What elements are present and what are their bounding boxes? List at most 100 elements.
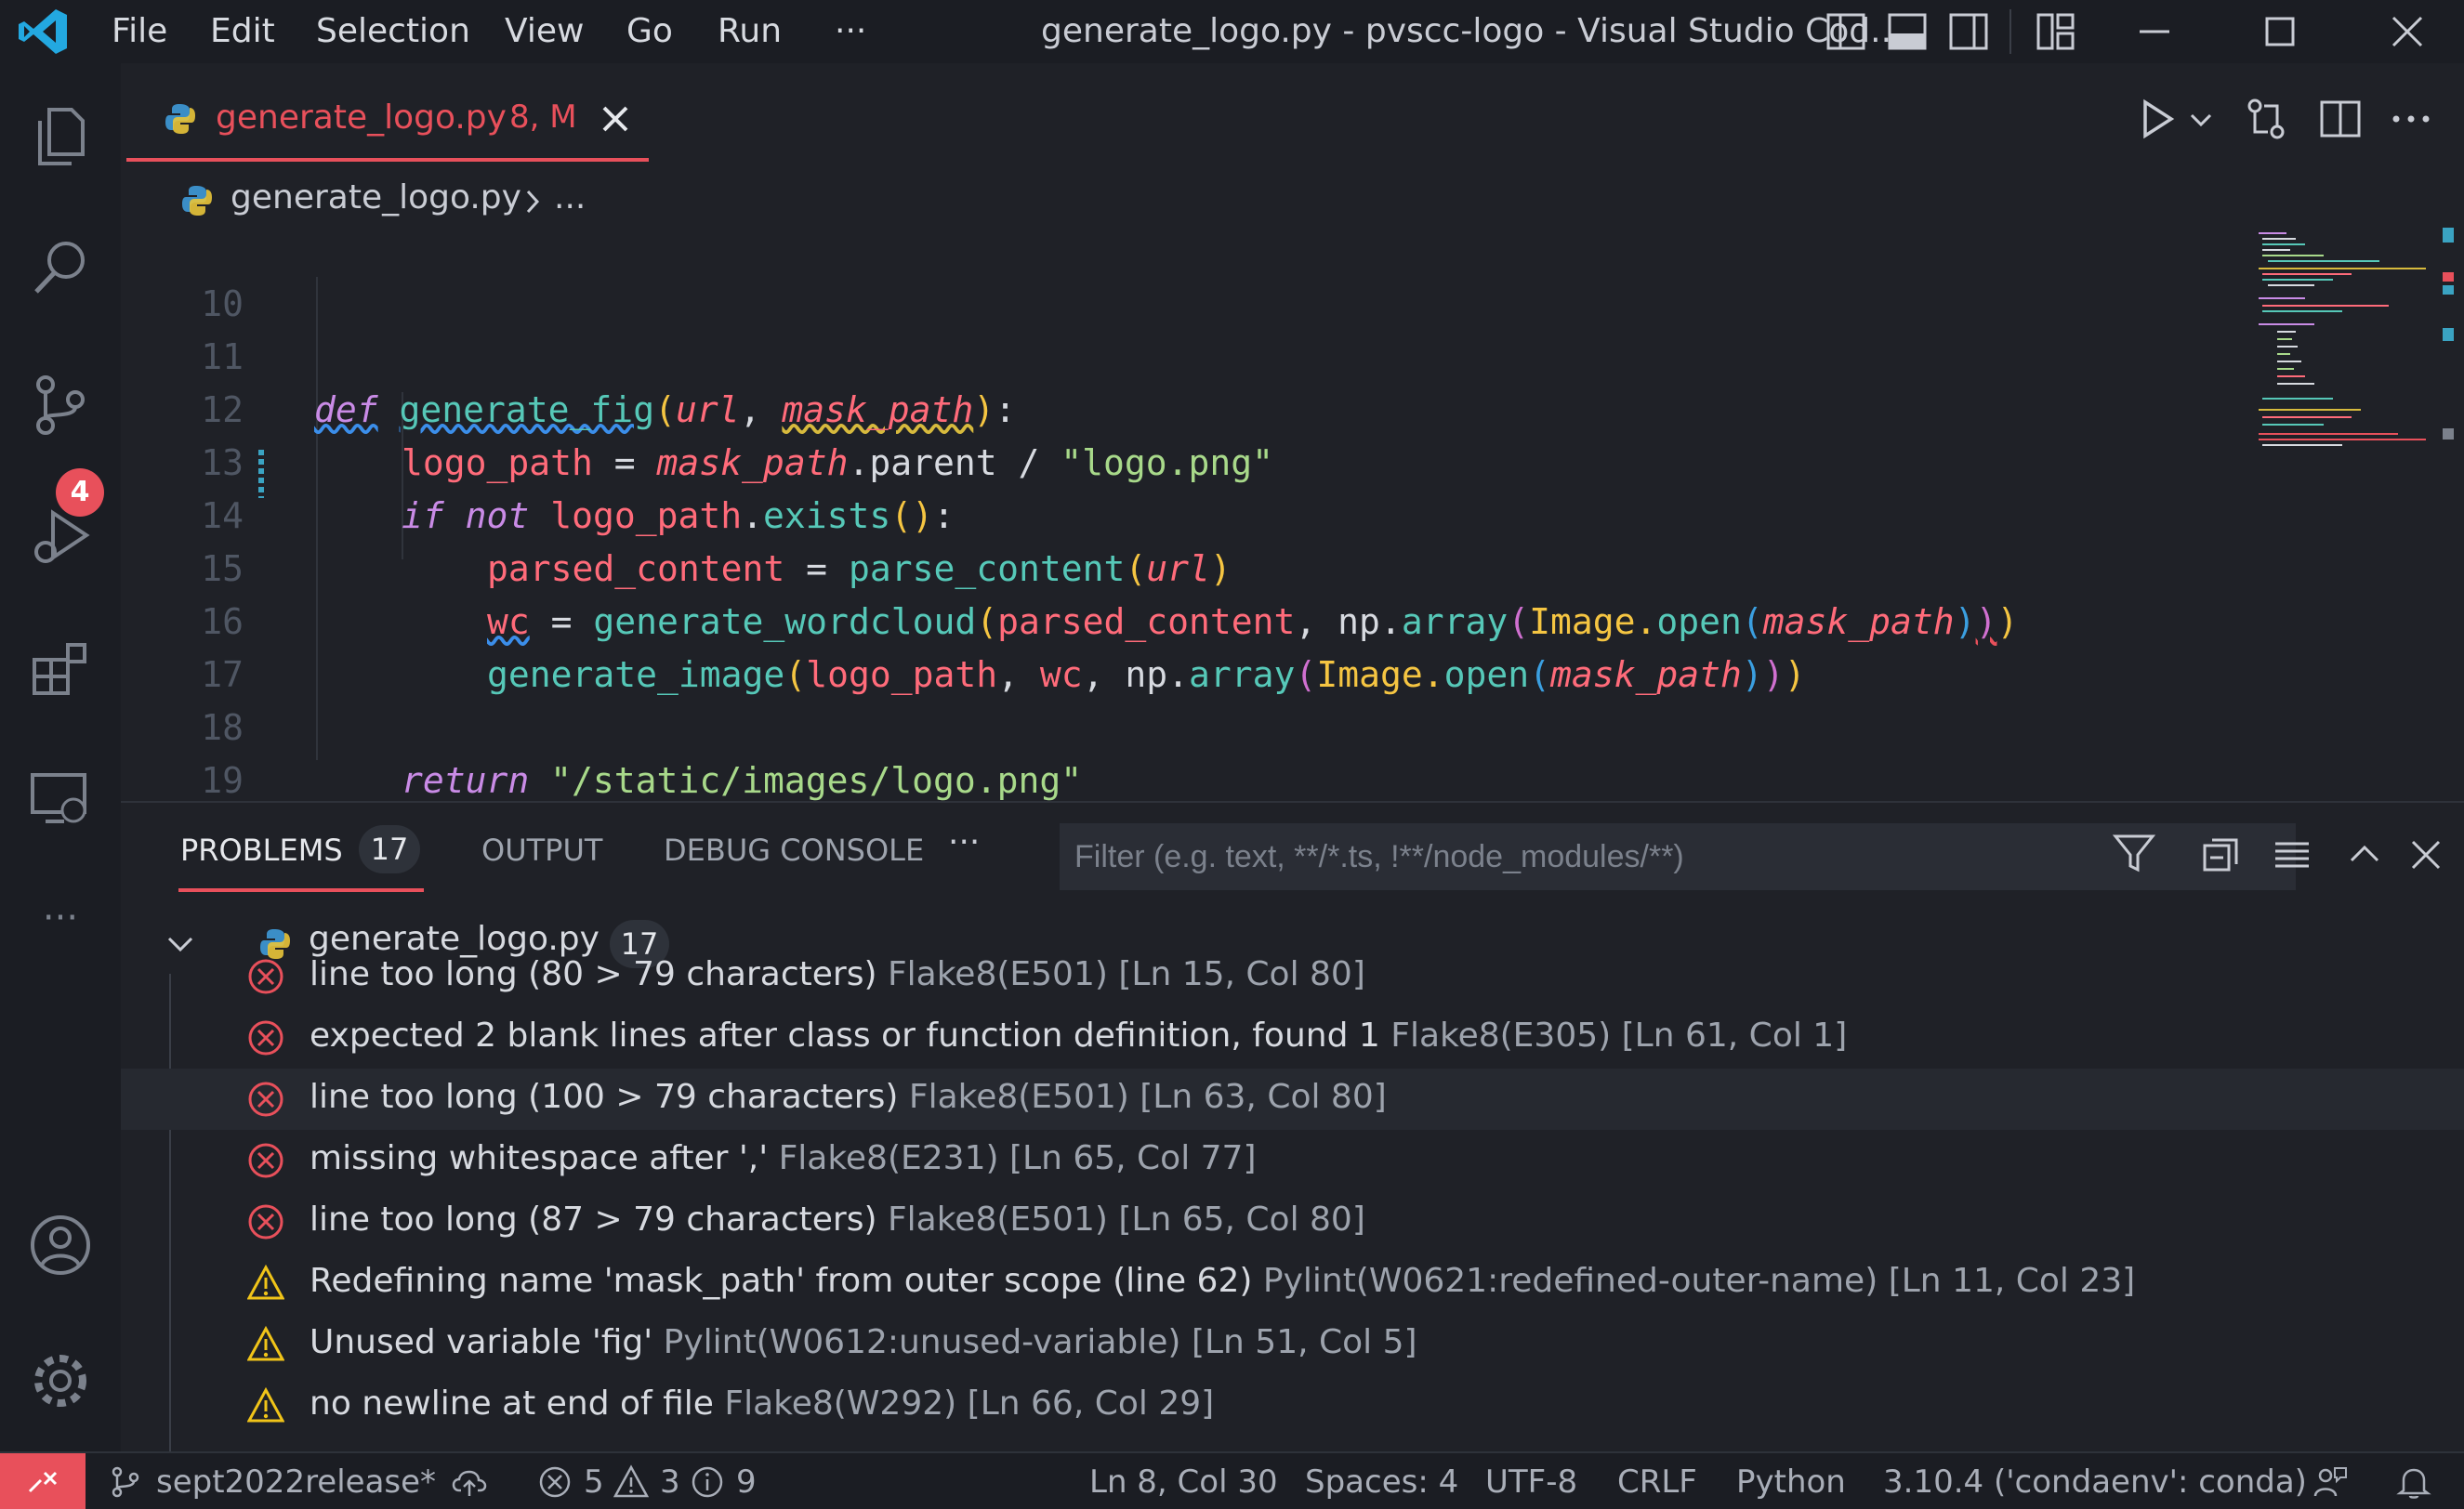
problem-row[interactable]: line too long (87 > 79 characters) Flake… — [121, 1191, 2464, 1253]
breadcrumb: generate_logo.py ... — [121, 169, 2249, 234]
warning-count[interactable]: 3 — [660, 1463, 680, 1502]
problem-row[interactable]: expected 2 blank lines after class or fu… — [121, 1007, 2464, 1069]
customize-layout-icon[interactable] — [2034, 9, 2078, 54]
end-of-line[interactable]: CRLF — [1617, 1463, 1697, 1502]
toggle-primary-sidebar-icon[interactable] — [1824, 9, 1868, 54]
file-encoding[interactable]: UTF-8 — [1485, 1463, 1577, 1502]
problem-row[interactable]: line too long (100 > 79 characters) Flak… — [121, 1069, 2464, 1130]
warning-icon — [246, 1386, 285, 1424]
problem-source: Flake8(W292) — [724, 1384, 957, 1423]
git-branch[interactable]: sept2022release* — [156, 1463, 436, 1502]
error-icon — [539, 1466, 571, 1498]
error-icon — [247, 1203, 284, 1240]
problem-row[interactable]: missing whitespace after ',' Flake8(E231… — [121, 1130, 2464, 1191]
code-editor[interactable]: 10 11 def generate_fig(url, mask_path): … — [121, 234, 2249, 801]
minimap[interactable] — [2249, 228, 2431, 479]
title-bar: File Edit Selection View Go Run ··· gene… — [0, 0, 2464, 63]
view-as-list-icon[interactable] — [2270, 833, 2314, 877]
python-file-icon — [165, 104, 195, 134]
menu-view[interactable]: View — [505, 11, 584, 52]
breadcrumb-file[interactable]: generate_logo.py — [231, 178, 521, 217]
settings-gear-icon[interactable] — [23, 1344, 98, 1418]
code-line: 17 — [121, 596, 2249, 695]
chevron-right-icon — [526, 190, 540, 214]
menu-run[interactable]: Run — [718, 11, 782, 52]
problem-row[interactable]: Unused variable 'fig' Pylint(W0612:unuse… — [121, 1314, 2464, 1375]
menu-more[interactable]: ··· — [835, 11, 866, 52]
menu-file[interactable]: File — [112, 11, 167, 52]
info-count[interactable]: 9 — [736, 1463, 757, 1502]
problem-location: [Ln 61, Col 1] — [1621, 1017, 1848, 1055]
problem-location: [Ln 11, Col 23] — [1888, 1262, 2136, 1300]
menu-go[interactable]: Go — [626, 11, 673, 52]
problem-row[interactable]: line too long (80 > 79 characters) Flake… — [121, 946, 2464, 1007]
problem-location: [Ln 15, Col 80] — [1118, 955, 1365, 993]
breadcrumb-symbols[interactable]: ... — [554, 178, 586, 217]
problem-location: [Ln 65, Col 77] — [1008, 1139, 1257, 1177]
feedback-icon[interactable] — [2312, 1464, 2348, 1500]
remote-explorer-icon[interactable] — [23, 762, 98, 836]
explorer-icon[interactable] — [23, 98, 98, 173]
split-editor-icon[interactable] — [2316, 95, 2365, 143]
problem-row[interactable]: no newline at end of file Flake8(W292) [… — [121, 1375, 2464, 1437]
tab-debug-console[interactable]: DEBUG CONSOLE — [664, 833, 924, 868]
editor-scrollbar[interactable] — [2435, 228, 2464, 479]
accounts-icon[interactable] — [23, 1208, 98, 1282]
close-window-button[interactable] — [2352, 0, 2463, 63]
extensions-icon[interactable] — [23, 632, 98, 706]
title-divider — [2009, 9, 2011, 54]
code-line: 16 generate_image(logo_path, wc, np.arra… — [121, 543, 2249, 695]
cursor-position[interactable]: Ln 8, Col 30 — [1089, 1463, 1278, 1502]
code-line: 15 wc = generate_wordcloud(parsed_conten… — [121, 490, 2249, 642]
toggle-panel-icon[interactable] — [1885, 9, 1930, 54]
problem-message: expected 2 blank lines after class or fu… — [310, 1017, 1380, 1055]
problem-message: line too long (100 > 79 characters) — [310, 1078, 899, 1116]
collapse-all-icon[interactable] — [2199, 833, 2244, 877]
close-panel-icon[interactable] — [2404, 833, 2448, 877]
minimize-button[interactable] — [2099, 0, 2210, 63]
problems-count-badge: 17 — [359, 825, 420, 873]
problem-text: expected 2 blank lines after class or fu… — [310, 1017, 1847, 1055]
problems-filter-input[interactable] — [1060, 823, 2296, 890]
sync-cloud-icon[interactable] — [452, 1464, 487, 1500]
problem-source: Flake8(E501) — [887, 1201, 1108, 1239]
maximize-button[interactable] — [2224, 0, 2336, 63]
problem-message: missing whitespace after ',' — [310, 1139, 769, 1177]
code-line: 20 — [121, 754, 2249, 801]
problem-message: Redefining name 'mask_path' from outer s… — [310, 1262, 1253, 1300]
minimize-icon — [2140, 30, 2169, 33]
source-control-icon[interactable] — [23, 368, 98, 442]
tab-problems[interactable]: PROBLEMS — [180, 833, 343, 868]
error-count[interactable]: 5 — [584, 1463, 604, 1502]
problem-message: Unused variable 'fig' — [310, 1323, 653, 1361]
maximize-panel-chevron-up-icon[interactable] — [2342, 833, 2387, 877]
indentation[interactable]: Spaces: 4 — [1305, 1463, 1458, 1502]
open-changes-icon[interactable] — [2242, 95, 2290, 143]
filter-icon[interactable] — [2112, 831, 2156, 875]
vscode-logo-icon[interactable] — [15, 6, 71, 58]
menu-selection[interactable]: Selection — [316, 11, 470, 52]
run-debug-icon[interactable] — [23, 500, 98, 574]
code-line: 11 def generate_fig(url, mask_path): — [121, 278, 2249, 430]
active-tab-indicator — [178, 888, 424, 892]
problem-text: missing whitespace after ',' Flake8(E231… — [310, 1139, 1257, 1177]
menu-edit[interactable]: Edit — [210, 11, 275, 52]
toggle-secondary-sidebar-icon[interactable] — [1946, 9, 1991, 54]
language-mode[interactable]: Python — [1736, 1463, 1846, 1502]
problem-row[interactable]: Redefining name 'mask_path' from outer s… — [121, 1253, 2464, 1314]
editor-more-actions-icon[interactable] — [2387, 95, 2435, 143]
run-dropdown-chevron-icon[interactable] — [2184, 95, 2218, 143]
tab-generate-logo[interactable]: generate_logo.py 8, M — [126, 82, 649, 162]
run-python-file-icon[interactable] — [2132, 95, 2181, 143]
error-icon — [247, 1081, 284, 1118]
tab-output[interactable]: OUTPUT — [481, 833, 602, 868]
more-icon[interactable]: ··· — [23, 881, 98, 955]
notifications-bell-icon[interactable] — [2396, 1464, 2431, 1500]
tab-close-icon[interactable] — [597, 100, 634, 138]
panel-more-tabs[interactable]: ··· — [948, 823, 980, 861]
python-interpreter[interactable]: 3.10.4 ('condaenv': conda) — [1883, 1463, 2307, 1502]
search-icon[interactable] — [23, 230, 98, 305]
remote-indicator[interactable] — [0, 1453, 86, 1509]
window-title: generate_logo.py - pvscc-logo - Visual S… — [1041, 12, 1903, 50]
problem-message: line too long (87 > 79 characters) — [310, 1201, 877, 1239]
